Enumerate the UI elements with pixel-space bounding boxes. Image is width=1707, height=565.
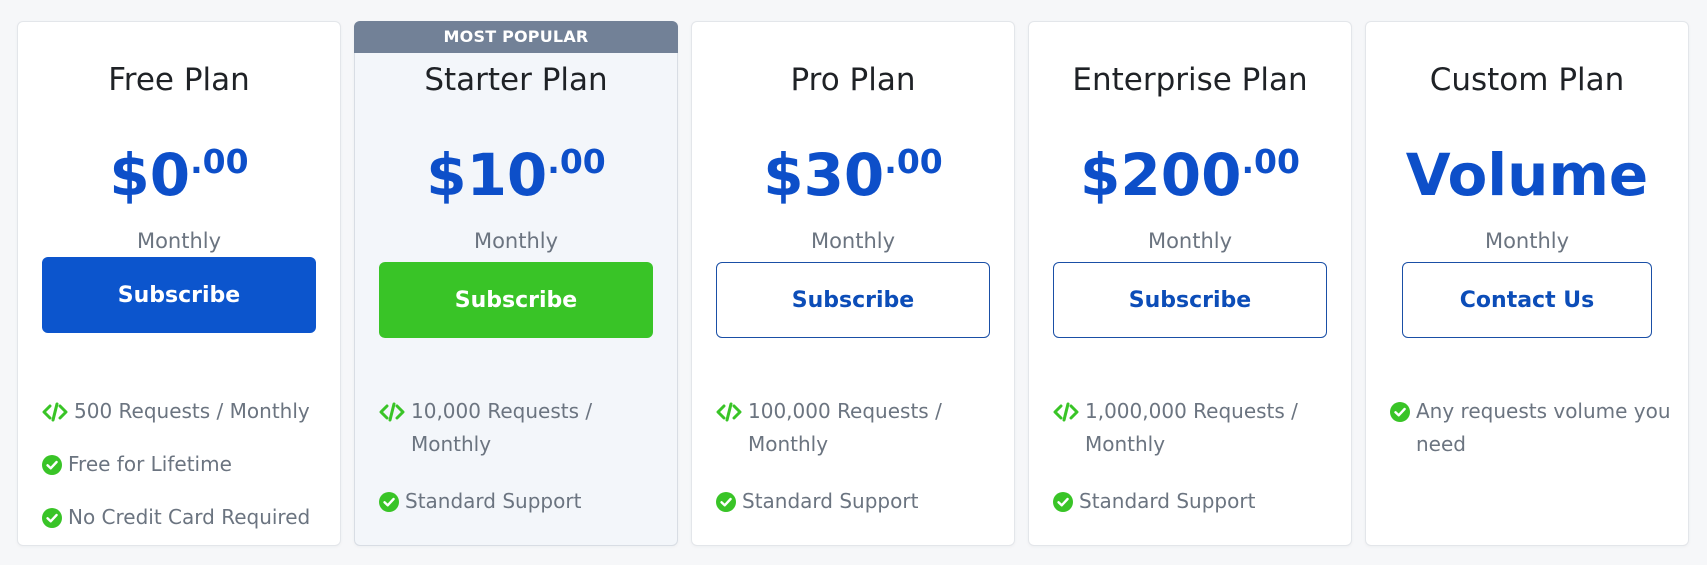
plan-card-free: Free Plan $0.00 Monthly Subscribe 500 Re… (17, 21, 341, 546)
plan-name: Starter Plan (424, 62, 608, 98)
feature-text: Standard Support (742, 489, 919, 513)
feature-text: Any requests volume you need (1416, 399, 1671, 456)
plan-card-custom: Custom Plan Volume Monthly Contact Us An… (1365, 21, 1689, 546)
price-amount: $0 (109, 141, 191, 209)
plan-card-pro: Pro Plan $30.00 Monthly Subscribe 100,00… (691, 21, 1015, 546)
plan-price: $200.00 (1029, 140, 1351, 210)
feature-item: Standard Support (1053, 485, 1339, 518)
feature-list: 1,000,000 Requests / Monthly Standard Su… (1053, 395, 1339, 518)
code-icon (42, 402, 68, 422)
feature-item: 10,000 Requests / Monthly (379, 395, 665, 461)
plan-card-enterprise: Enterprise Plan $200.00 Monthly Subscrib… (1028, 21, 1352, 546)
price-amount: $30 (763, 141, 885, 209)
feature-text: Standard Support (405, 489, 582, 513)
feature-text: Standard Support (1079, 489, 1256, 513)
feature-list: 500 Requests / Monthly Free for Lifetime… (42, 395, 328, 534)
feature-item: No Credit Card Required (42, 501, 328, 534)
check-circle-icon (1390, 402, 1410, 422)
feature-item: 1,000,000 Requests / Monthly (1053, 395, 1339, 461)
billing-period: Monthly (136, 229, 222, 253)
subscribe-button[interactable]: Subscribe (379, 262, 653, 338)
billing-period: Monthly (1147, 229, 1233, 253)
plan-name: Custom Plan (1429, 62, 1625, 98)
code-icon (1053, 402, 1079, 422)
code-icon (716, 402, 742, 422)
feature-item: Any requests volume you need (1390, 395, 1676, 461)
most-popular-ribbon: MOST POPULAR (354, 21, 678, 53)
billing-period: Monthly (810, 229, 896, 253)
check-circle-icon (1053, 492, 1073, 512)
plan-price: $10.00 (355, 140, 677, 210)
plan-card-starter: MOST POPULAR Starter Plan $10.00 Monthly… (354, 21, 678, 546)
plan-price: Volume (1366, 140, 1688, 210)
price-word: Volume (1405, 141, 1649, 209)
contact-us-button[interactable]: Contact Us (1402, 262, 1652, 338)
plan-price: $30.00 (692, 140, 1014, 210)
feature-text: 1,000,000 Requests / Monthly (1085, 399, 1298, 456)
code-icon (379, 402, 405, 422)
subscribe-button[interactable]: Subscribe (716, 262, 990, 338)
feature-list: 10,000 Requests / Monthly Standard Suppo… (379, 395, 665, 518)
check-circle-icon (716, 492, 736, 512)
plan-name: Pro Plan (790, 62, 916, 98)
feature-text: 500 Requests / Monthly (74, 399, 310, 423)
feature-text: Free for Lifetime (68, 452, 232, 476)
price-cents: .00 (1241, 142, 1300, 181)
feature-list: Any requests volume you need (1390, 395, 1676, 461)
check-circle-icon (379, 492, 399, 512)
plan-name: Enterprise Plan (1072, 62, 1308, 98)
plan-name: Free Plan (108, 62, 250, 98)
pricing-plans: Free Plan $0.00 Monthly Subscribe 500 Re… (0, 0, 1707, 565)
feature-list: 100,000 Requests / Monthly Standard Supp… (716, 395, 1002, 518)
feature-text: 100,000 Requests / Monthly (748, 399, 942, 456)
feature-item: Free for Lifetime (42, 448, 328, 481)
check-circle-icon (42, 455, 62, 475)
price-amount: $200 (1080, 141, 1242, 209)
feature-item: 500 Requests / Monthly (42, 395, 328, 428)
price-cents: .00 (884, 142, 943, 181)
price-cents: .00 (547, 142, 606, 181)
feature-item: 100,000 Requests / Monthly (716, 395, 1002, 461)
subscribe-button[interactable]: Subscribe (42, 257, 316, 333)
feature-item: Standard Support (379, 485, 665, 518)
subscribe-button[interactable]: Subscribe (1053, 262, 1327, 338)
check-circle-icon (42, 508, 62, 528)
plan-price: $0.00 (18, 140, 340, 210)
feature-text: 10,000 Requests / Monthly (411, 399, 593, 456)
feature-text: No Credit Card Required (68, 505, 311, 529)
price-amount: $10 (426, 141, 548, 209)
billing-period: Monthly (1484, 229, 1570, 253)
price-cents: .00 (190, 142, 249, 181)
billing-period: Monthly (473, 229, 559, 253)
feature-item: Standard Support (716, 485, 1002, 518)
